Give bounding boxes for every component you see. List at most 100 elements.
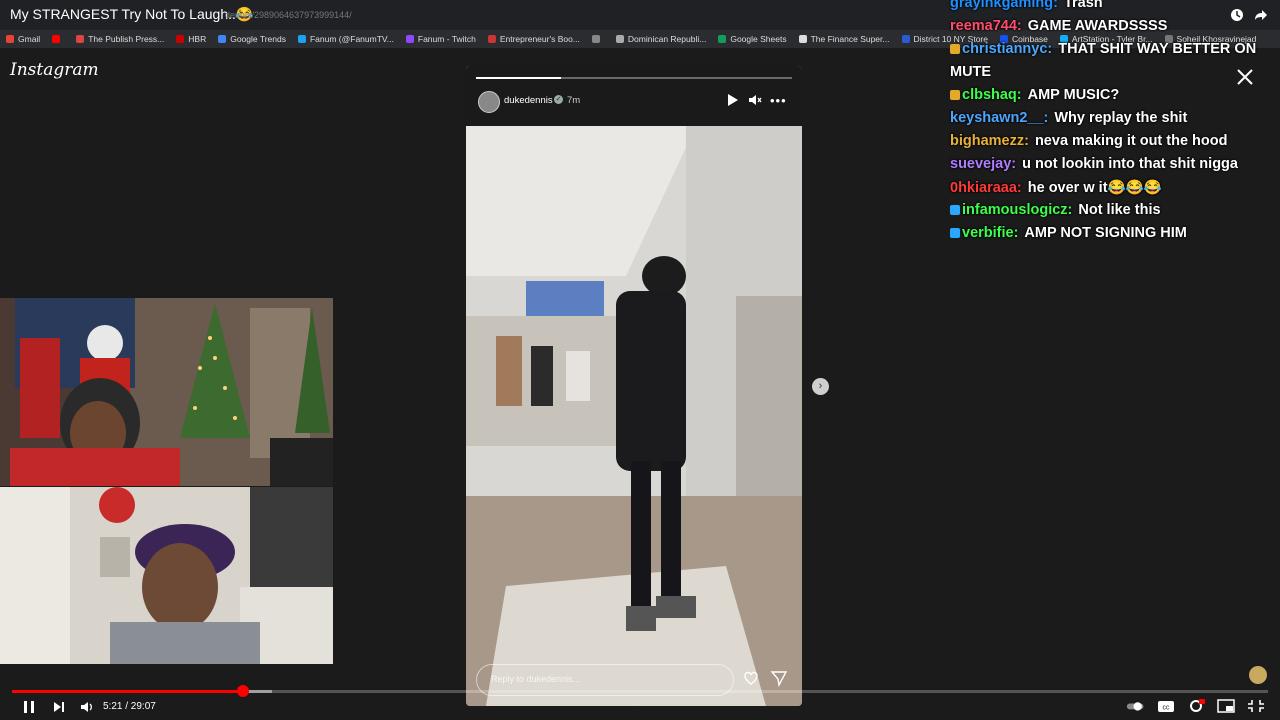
miniplayer-icon[interactable] bbox=[1216, 698, 1236, 714]
story-username[interactable]: dukedennis bbox=[504, 95, 553, 106]
webcam-bottom bbox=[0, 487, 333, 664]
close-icon[interactable] bbox=[1234, 66, 1256, 88]
emoji-icon[interactable] bbox=[1249, 666, 1267, 684]
chat-badge-icon bbox=[950, 228, 960, 239]
chat-message: 0hkiaraaa: he over w it😂😂😂 bbox=[950, 179, 1162, 196]
chat-message: keyshawn2__: Why replay the shit bbox=[950, 110, 1187, 126]
story-avatar[interactable] bbox=[478, 91, 500, 113]
verified-icon: ✓ bbox=[554, 95, 563, 104]
bookmark-item[interactable]: The Finance Super... bbox=[793, 34, 896, 44]
chat-username: reema744: bbox=[950, 18, 1022, 34]
bookmark-label: Gmail bbox=[18, 34, 41, 44]
chat-username: grayinkgaming: bbox=[950, 0, 1058, 11]
svg-text:cc: cc bbox=[1163, 705, 1171, 712]
chat-text: MUTE bbox=[950, 64, 992, 80]
bookmark-favicon-icon bbox=[798, 35, 807, 43]
mute-icon[interactable] bbox=[748, 93, 762, 107]
bookmark-item[interactable]: The Publish Press... bbox=[70, 34, 170, 44]
bookmark-label: The Finance Super... bbox=[810, 34, 890, 44]
top-icons bbox=[1230, 0, 1280, 30]
player-right-controls: cc bbox=[1126, 698, 1266, 714]
chat-message: clbshaq: AMP MUSIC? bbox=[950, 87, 1119, 103]
bookmark-favicon-icon bbox=[6, 35, 14, 43]
chat-username: bighamezz: bbox=[950, 133, 1029, 149]
captions-icon[interactable]: cc bbox=[1156, 698, 1176, 714]
play-icon[interactable] bbox=[727, 93, 739, 107]
chat-message: MUTE bbox=[950, 64, 991, 80]
heart-icon[interactable] bbox=[742, 669, 760, 687]
bookmark-favicon-icon bbox=[52, 35, 61, 43]
time-display: 5:21 / 29:07 bbox=[103, 701, 156, 712]
chat-badge-icon bbox=[950, 90, 960, 101]
autoplay-toggle-icon[interactable] bbox=[1126, 698, 1146, 714]
clock-icon[interactable] bbox=[1230, 8, 1244, 22]
bookmark-label: Dominican Republi... bbox=[627, 34, 707, 44]
settings-icon[interactable] bbox=[1186, 698, 1206, 714]
chat-message: suevejay: u not lookin into that shit nig… bbox=[950, 156, 1238, 172]
bookmark-favicon-icon bbox=[591, 35, 600, 43]
story-progress bbox=[476, 77, 792, 79]
story-image bbox=[466, 66, 802, 706]
played-bar bbox=[12, 690, 244, 693]
chat-text: Not like this bbox=[1078, 202, 1161, 218]
bookmark-item[interactable]: Fanum (@FanumTV... bbox=[292, 34, 400, 44]
video-title[interactable]: My STRANGEST Try Not To Laugh..😂 bbox=[10, 6, 253, 23]
exit-fullscreen-icon[interactable] bbox=[1246, 698, 1266, 714]
chat-message: bighamezz: neva making it out the hood bbox=[950, 133, 1228, 149]
chat-text: Why replay the shit bbox=[1054, 110, 1188, 126]
chevron-right-icon[interactable]: › bbox=[812, 378, 829, 395]
bookmark-item[interactable]: Entrepreneur's Boo... bbox=[482, 34, 586, 44]
url-fragment: dennis/2989064637973999144/ bbox=[225, 10, 352, 20]
bookmark-favicon-icon bbox=[297, 35, 306, 43]
chat-message: infamouslogicz: Not like this bbox=[950, 202, 1161, 218]
chat-username: clbshaq: bbox=[962, 87, 1022, 103]
bookmark-item[interactable]: Fanum - Twitch bbox=[400, 34, 482, 44]
bookmark-favicon-icon bbox=[901, 35, 910, 43]
bookmark-item[interactable] bbox=[586, 35, 610, 43]
bookmark-label: Fanum - Twitch bbox=[417, 34, 476, 44]
bookmark-favicon-icon bbox=[218, 35, 227, 43]
bookmark-favicon-icon bbox=[718, 35, 727, 43]
send-icon[interactable] bbox=[770, 669, 788, 687]
chat-text: neva making it out the hood bbox=[1034, 133, 1228, 149]
bookmark-item[interactable]: Gmail bbox=[0, 34, 46, 44]
bookmark-favicon-icon bbox=[615, 35, 624, 43]
scrub-handle[interactable] bbox=[237, 685, 250, 697]
chat-username: verbifie: bbox=[962, 225, 1019, 241]
pause-icon[interactable] bbox=[22, 700, 36, 714]
chat-text: AMP NOT SIGNING HIM bbox=[1024, 225, 1187, 241]
bookmark-item[interactable]: HBR bbox=[170, 34, 212, 44]
bookmark-item[interactable]: Google Trends bbox=[212, 34, 292, 44]
chat-text: GAME AWARDSSSS bbox=[1027, 18, 1168, 34]
reply-placeholder: Reply to dukedennis... bbox=[491, 674, 581, 684]
chat-username: keyshawn2__: bbox=[950, 110, 1049, 126]
chevron-down-icon[interactable]: ⌄ bbox=[634, 697, 642, 708]
story-viewer[interactable]: dukedennis ✓ 7m ••• Reply to dukedennis.… bbox=[466, 66, 802, 706]
share-icon[interactable] bbox=[1254, 8, 1268, 22]
chat-username: 0hkiaraaa: bbox=[950, 180, 1022, 196]
chat-username: infamouslogicz: bbox=[962, 202, 1073, 218]
chat-text: THAT SHIT WAY BETTER ON bbox=[1058, 41, 1257, 57]
instagram-logo[interactable]: Instagram bbox=[10, 60, 99, 80]
bookmark-favicon-icon bbox=[487, 35, 496, 43]
more-options-icon[interactable]: ••• bbox=[770, 93, 787, 108]
bookmark-item[interactable] bbox=[46, 35, 70, 43]
bookmark-favicon-icon bbox=[176, 35, 185, 43]
next-video-icon[interactable] bbox=[52, 700, 66, 714]
chat-message: christiannyc: THAT SHIT WAY BETTER ON bbox=[950, 41, 1256, 57]
bookmark-item[interactable]: Dominican Republi... bbox=[610, 34, 712, 44]
bookmark-favicon-icon bbox=[405, 35, 414, 43]
volume-icon[interactable] bbox=[80, 700, 94, 714]
progress-bar[interactable] bbox=[12, 685, 1268, 697]
bookmark-item[interactable]: Google Sheets bbox=[712, 34, 792, 44]
chat-badge-icon bbox=[950, 205, 960, 216]
chat-message: verbifie: AMP NOT SIGNING HIM bbox=[950, 225, 1187, 241]
story-progress-fill bbox=[476, 77, 562, 79]
bookmark-label: Fanum (@FanumTV... bbox=[309, 34, 394, 44]
bookmark-label: Entrepreneur's Boo... bbox=[499, 34, 580, 44]
bookmark-label: HBR bbox=[188, 34, 207, 44]
bookmark-label: Google Sheets bbox=[730, 34, 787, 44]
chat-badge-icon bbox=[950, 44, 960, 55]
chat-username: suevejay: bbox=[950, 156, 1017, 172]
chat-text: he over w it😂😂😂 bbox=[1027, 180, 1162, 196]
